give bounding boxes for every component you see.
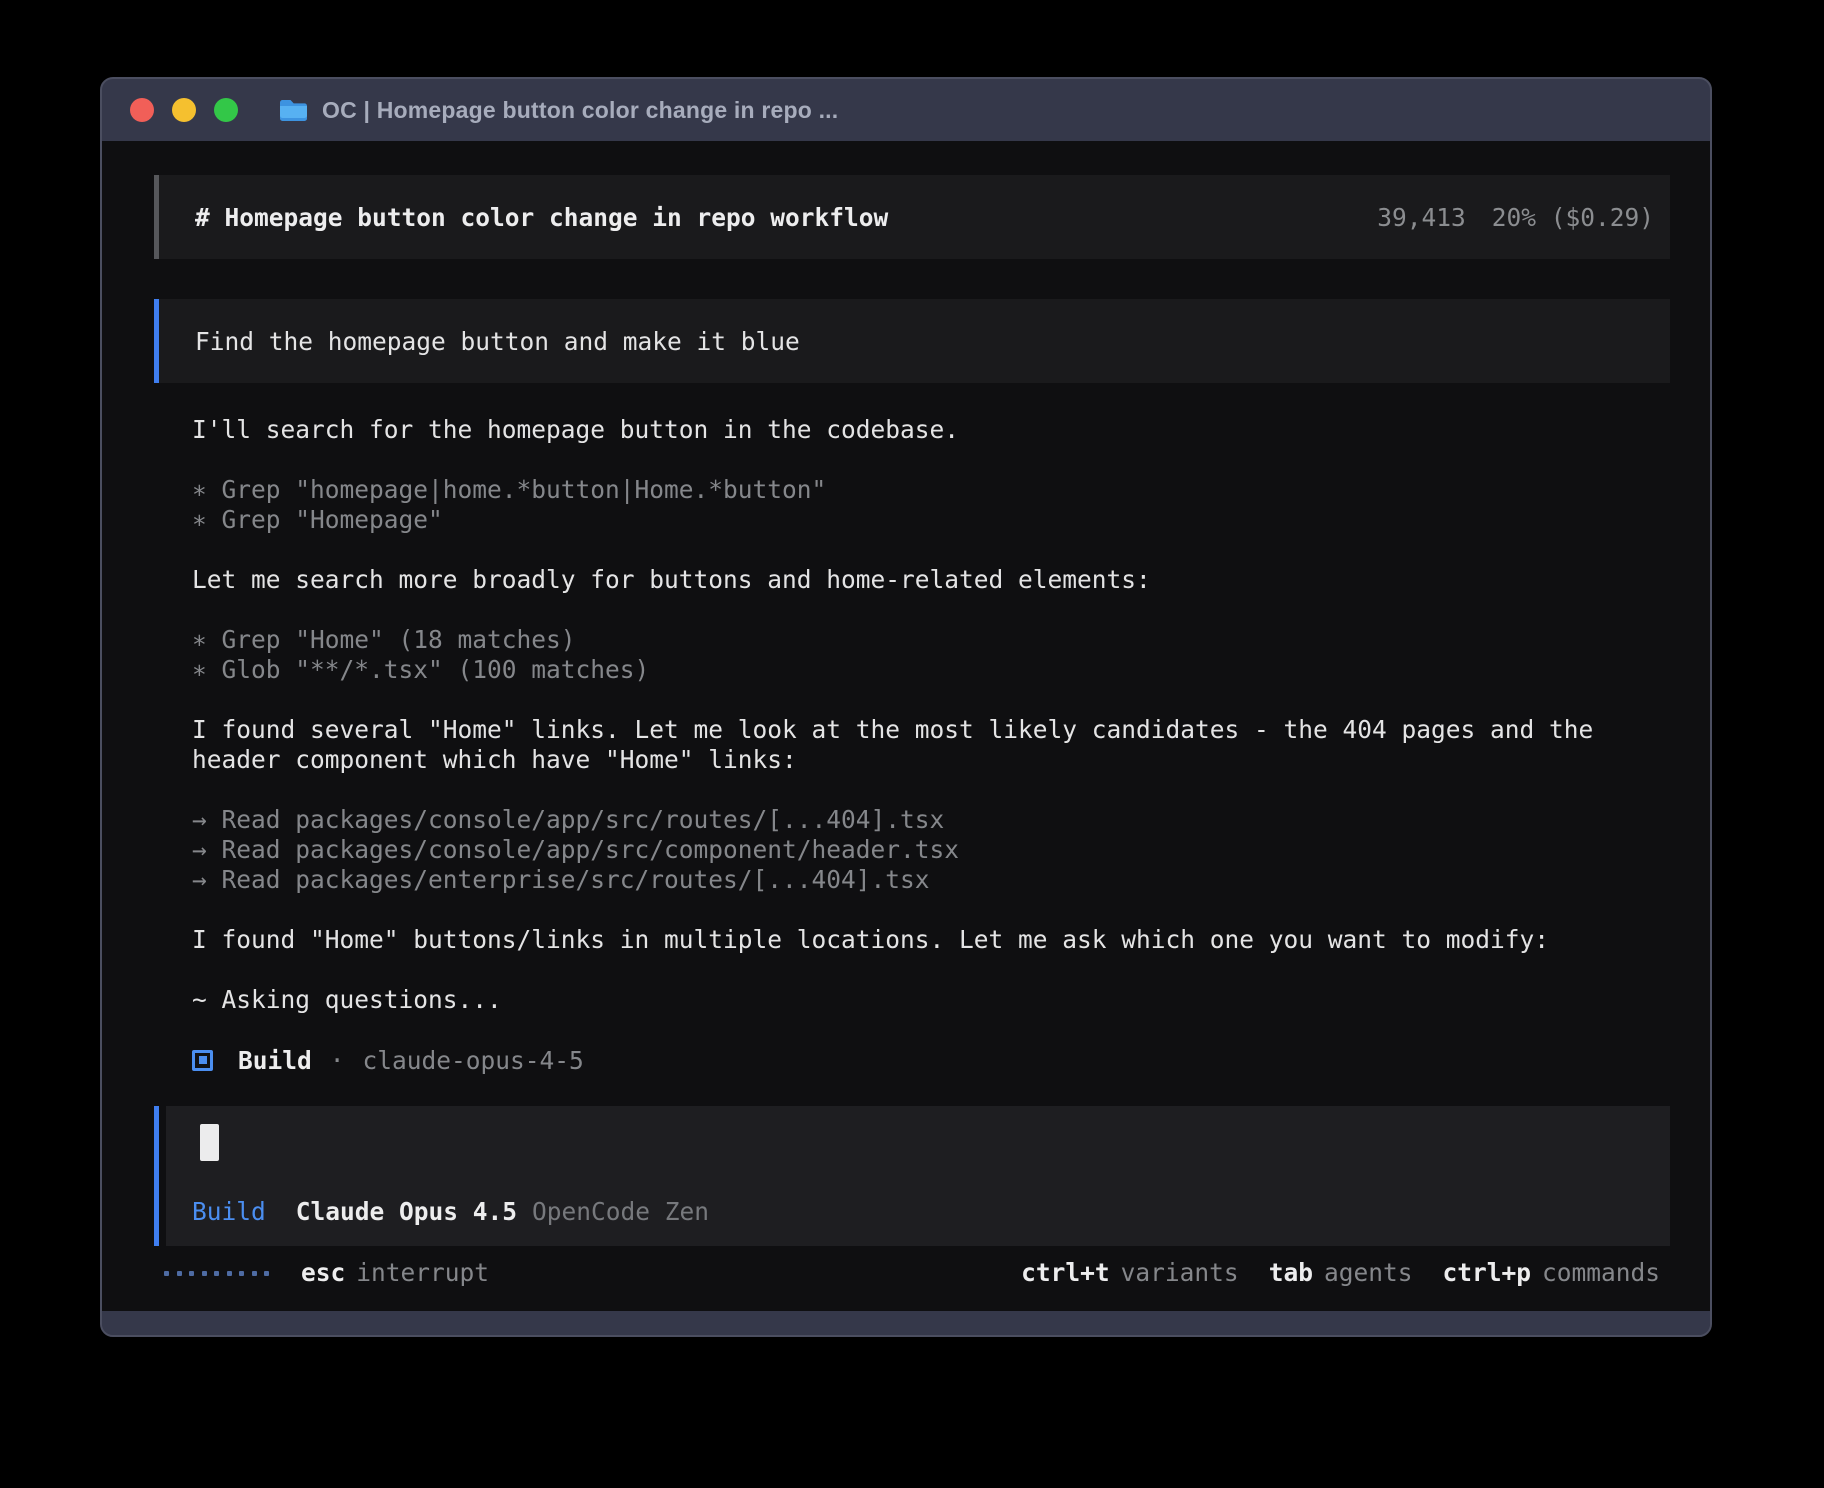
conversation-line: I found "Home" buttons/links in multiple…: [192, 925, 1670, 955]
conversation-line: header component which have "Home" links…: [192, 745, 1670, 775]
window-bottom-bar: [102, 1311, 1710, 1335]
terminal-window: OC | Homepage button color change in rep…: [100, 77, 1712, 1337]
agent-build-icon: [192, 1050, 213, 1071]
terminal-content: # Homepage button color change in repo w…: [102, 141, 1710, 1311]
input-provider-label: OpenCode Zen: [532, 1197, 709, 1226]
window-title-group: OC | Homepage button color change in rep…: [278, 97, 838, 124]
session-title: # Homepage button color change in repo w…: [195, 203, 888, 232]
conversation-line: ∗ Grep "Homepage": [192, 505, 1670, 535]
conversation-line: [192, 535, 1670, 565]
conversation-line: → Read packages/console/app/src/componen…: [192, 835, 1670, 865]
conversation: I'll search for the homepage button in t…: [154, 415, 1670, 1045]
folder-icon: [278, 98, 309, 123]
close-window-button[interactable]: [130, 98, 154, 122]
keyboard-hint: ctrl+tvariants: [1021, 1258, 1239, 1288]
spinner-dot: [214, 1271, 219, 1276]
footer-shortcuts-right: ctrl+tvariants tabagents ctrl+pcommands: [1021, 1258, 1670, 1288]
conversation-line: → Read packages/console/app/src/routes/[…: [192, 805, 1670, 835]
spinner-dot: [164, 1271, 169, 1276]
conversation-line: [192, 445, 1670, 475]
spinner-dot: [227, 1271, 232, 1276]
conversation-line: [192, 1015, 1670, 1045]
window-titlebar[interactable]: OC | Homepage button color change in rep…: [102, 79, 1710, 141]
conversation-line: [192, 685, 1670, 715]
context-cost: 20% ($0.29): [1492, 203, 1654, 232]
conversation-line: ∗ Glob "**/*.tsx" (100 matches): [192, 655, 1670, 685]
input-meta: Build Claude Opus 4.5 OpenCode Zen: [192, 1197, 709, 1226]
model-id: claude-opus-4-5: [363, 1046, 584, 1075]
agent-name: Build: [238, 1046, 312, 1075]
input-model-label[interactable]: Claude Opus 4.5: [296, 1197, 517, 1226]
zoom-window-button[interactable]: [214, 98, 238, 122]
spinner-dot: [189, 1271, 194, 1276]
traffic-lights: [130, 98, 238, 122]
separator-dot: ·: [330, 1046, 345, 1075]
spinner-dots: [164, 1258, 269, 1288]
text-cursor: [200, 1124, 219, 1161]
spinner-dot: [239, 1271, 244, 1276]
prompt-input[interactable]: Build Claude Opus 4.5 OpenCode Zen: [154, 1106, 1670, 1246]
spinner-dot: [177, 1271, 182, 1276]
conversation-line: [192, 595, 1670, 625]
spinner-dot: [252, 1271, 257, 1276]
input-agent-label[interactable]: Build: [192, 1197, 266, 1226]
token-count: 39,413: [1377, 203, 1466, 232]
conversation-line: Let me search more broadly for buttons a…: [192, 565, 1670, 595]
conversation-line: [192, 895, 1670, 925]
conversation-line: I found several "Home" links. Let me loo…: [192, 715, 1670, 745]
conversation-line: ∗ Grep "homepage|home.*button|Home.*butt…: [192, 475, 1670, 505]
conversation-line: → Read packages/enterprise/src/routes/[.…: [192, 865, 1670, 895]
status-footer: escinterrupt ctrl+tvariants tabagents ct…: [154, 1246, 1670, 1311]
conversation-line: ∗ Grep "Home" (18 matches): [192, 625, 1670, 655]
spinner-dot: [202, 1271, 207, 1276]
user-message: Find the homepage button and make it blu…: [154, 299, 1670, 383]
window-title: OC | Homepage button color change in rep…: [322, 97, 838, 124]
session-header: # Homepage button color change in repo w…: [154, 175, 1670, 259]
conversation-line: [192, 955, 1670, 985]
keyboard-hint: tabagents: [1269, 1258, 1413, 1288]
conversation-line: I'll search for the homepage button in t…: [192, 415, 1670, 445]
user-message-text: Find the homepage button and make it blu…: [195, 327, 800, 356]
spinner-dot: [264, 1271, 269, 1276]
keyboard-hint: escinterrupt: [301, 1258, 489, 1288]
minimize-window-button[interactable]: [172, 98, 196, 122]
conversation-line: ~ Asking questions...: [192, 985, 1670, 1015]
keyboard-hint: ctrl+pcommands: [1442, 1258, 1660, 1288]
agent-status-row: Build · claude-opus-4-5: [154, 1045, 1670, 1075]
session-stats: 39,413 20% ($0.29): [1377, 203, 1654, 232]
conversation-line: [192, 775, 1670, 805]
footer-shortcuts-left: escinterrupt: [301, 1258, 489, 1288]
